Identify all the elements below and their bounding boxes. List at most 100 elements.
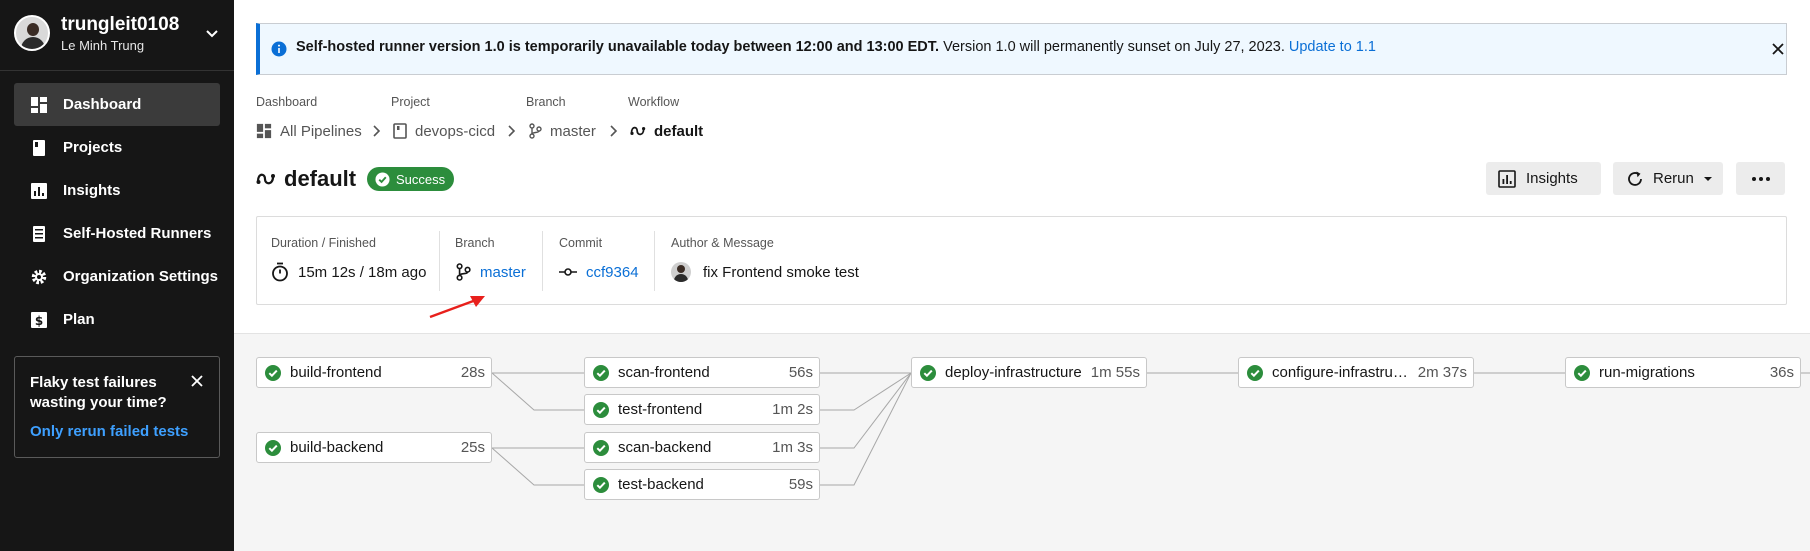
author-label: Author & Message (671, 236, 774, 250)
breadcrumb-label-project: Project (391, 95, 430, 109)
rerun-failed-tests-link[interactable]: Only rerun failed tests (30, 423, 188, 440)
job-name: scan-frontend (618, 364, 710, 381)
insights-button[interactable]: Insights (1486, 162, 1601, 195)
close-icon[interactable] (190, 374, 204, 388)
breadcrumb-label-dashboard: Dashboard (256, 95, 318, 109)
success-check-icon (265, 439, 281, 456)
success-check-icon (593, 364, 609, 381)
update-link[interactable]: Update to 1.1 (1289, 39, 1376, 55)
breadcrumb-all-pipelines[interactable]: All Pipelines (256, 120, 362, 142)
breadcrumb-project[interactable]: devops-cicd (393, 120, 495, 142)
success-check-icon (593, 439, 609, 456)
dashboard-icon (256, 123, 272, 139)
page-title: default (284, 166, 357, 191)
branch-icon (529, 123, 542, 139)
breadcrumb-branch[interactable]: master (528, 120, 596, 142)
sidebar-item-label: Self-Hosted Runners (63, 225, 212, 242)
job-duration: 1m 2s (772, 401, 813, 418)
job-name: deploy-infrastructure (945, 364, 1082, 381)
avatar (14, 15, 50, 51)
banner-bold-text: Self-hosted runner version 1.0 is tempor… (296, 39, 940, 55)
sidebar-item-insights[interactable]: Insights (14, 169, 220, 212)
divider (439, 231, 440, 291)
job-scan-backend[interactable]: scan-backend 1m 3s (584, 432, 820, 463)
sidebar-item-projects[interactable]: Projects (14, 126, 220, 169)
success-check-icon (593, 401, 609, 418)
insights-icon (31, 182, 47, 199)
job-test-backend[interactable]: test-backend 59s (584, 469, 820, 500)
chevron-down-icon[interactable] (204, 25, 220, 41)
commit-link[interactable]: ccf9364 (586, 264, 639, 281)
sidebar-item-self-hosted-runners[interactable]: Self-Hosted Runners (14, 212, 220, 255)
breadcrumb-label-branch: Branch (526, 95, 566, 109)
job-deploy-infrastructure[interactable]: deploy-infrastructure 1m 55s (911, 357, 1147, 388)
sidebar-item-label: Dashboard (63, 96, 142, 113)
success-check-icon (265, 364, 281, 381)
runners-icon (33, 225, 45, 242)
svg-text:$: $ (35, 314, 43, 328)
sidebar-item-organization-settings[interactable]: Organization Settings (14, 255, 220, 298)
user-menu[interactable]: trungleit0108 Le Minh Trung (0, 0, 234, 66)
job-run-migrations[interactable]: run-migrations 36s (1565, 357, 1801, 388)
breadcrumb-text: All Pipelines (280, 122, 362, 140)
workflow-graph: build-frontend 28s build-backend 25s sca… (234, 333, 1810, 551)
projects-icon (393, 123, 407, 139)
rerun-button[interactable]: Rerun (1613, 162, 1723, 195)
job-duration: 56s (788, 364, 813, 381)
breadcrumb-label-workflow: Workflow (628, 95, 680, 109)
job-duration: 59s (788, 476, 813, 493)
job-build-backend[interactable]: build-backend 25s (256, 432, 492, 463)
divider (542, 231, 543, 291)
sidebar-item-label: Plan (63, 311, 95, 328)
rerun-icon (1628, 171, 1642, 186)
branch-value: master (455, 262, 526, 282)
main-content: Self-hosted runner version 1.0 is tempor… (234, 0, 1810, 551)
chevron-right-icon (373, 125, 381, 137)
job-test-frontend[interactable]: test-frontend 1m 2s (584, 394, 820, 425)
user-full-name: Le Minh Trung (61, 38, 145, 53)
more-actions-button[interactable] (1736, 162, 1785, 195)
info-icon (271, 41, 287, 57)
plan-icon: $ (31, 311, 47, 328)
pipeline-summary: Duration / Finished 15m 12s / 18m ago Br… (256, 216, 1787, 305)
job-duration: 1m 3s (772, 439, 813, 456)
job-duration: 36s (1769, 364, 1794, 381)
breadcrumb-text: master (550, 122, 596, 140)
chevron-right-icon (508, 125, 516, 137)
close-icon[interactable] (1771, 42, 1785, 56)
job-duration: 1m 55s (1090, 364, 1140, 381)
duration-label: Duration / Finished (271, 236, 376, 250)
job-name: scan-backend (618, 439, 712, 456)
avatar (671, 262, 691, 282)
branch-link[interactable]: master (480, 264, 526, 281)
commit-label: Commit (559, 236, 603, 250)
sidebar-item-label: Projects (63, 139, 123, 156)
username: trungleit0108 (61, 14, 180, 35)
caret-down-icon (1703, 176, 1712, 181)
breadcrumb-workflow: default (630, 120, 703, 142)
timer-icon (272, 262, 288, 282)
sidebar-item-plan[interactable]: $ Plan (14, 298, 220, 341)
branch-icon (456, 263, 471, 281)
divider (654, 231, 655, 291)
runner-notice-banner: Self-hosted runner version 1.0 is tempor… (256, 23, 1787, 75)
branch-label: Branch (455, 236, 495, 250)
divider (0, 70, 234, 71)
commit-value: ccf9364 (559, 262, 639, 282)
breadcrumb-text: default (654, 122, 704, 140)
flaky-tests-promo: Flaky test failures wasting your time? O… (14, 356, 220, 458)
job-scan-frontend[interactable]: scan-frontend 56s (584, 357, 820, 388)
banner-message: Self-hosted runner version 1.0 is tempor… (296, 39, 1376, 55)
commit-icon (559, 268, 577, 276)
commit-message: fix Frontend smoke test (703, 263, 859, 281)
insights-icon (1498, 169, 1516, 188)
job-duration: 2m 37s (1417, 364, 1467, 381)
job-configure-infrastructure[interactable]: configure-infrastructure 2m 37s (1238, 357, 1474, 388)
job-name: test-backend (618, 476, 704, 493)
sidebar-item-dashboard[interactable]: Dashboard (14, 83, 220, 126)
job-name: test-frontend (618, 401, 703, 418)
job-build-frontend[interactable]: build-frontend 28s (256, 357, 492, 388)
job-duration: 28s (460, 364, 485, 381)
projects-icon (33, 139, 45, 156)
duration-value: 15m 12s / 18m ago (271, 262, 426, 282)
